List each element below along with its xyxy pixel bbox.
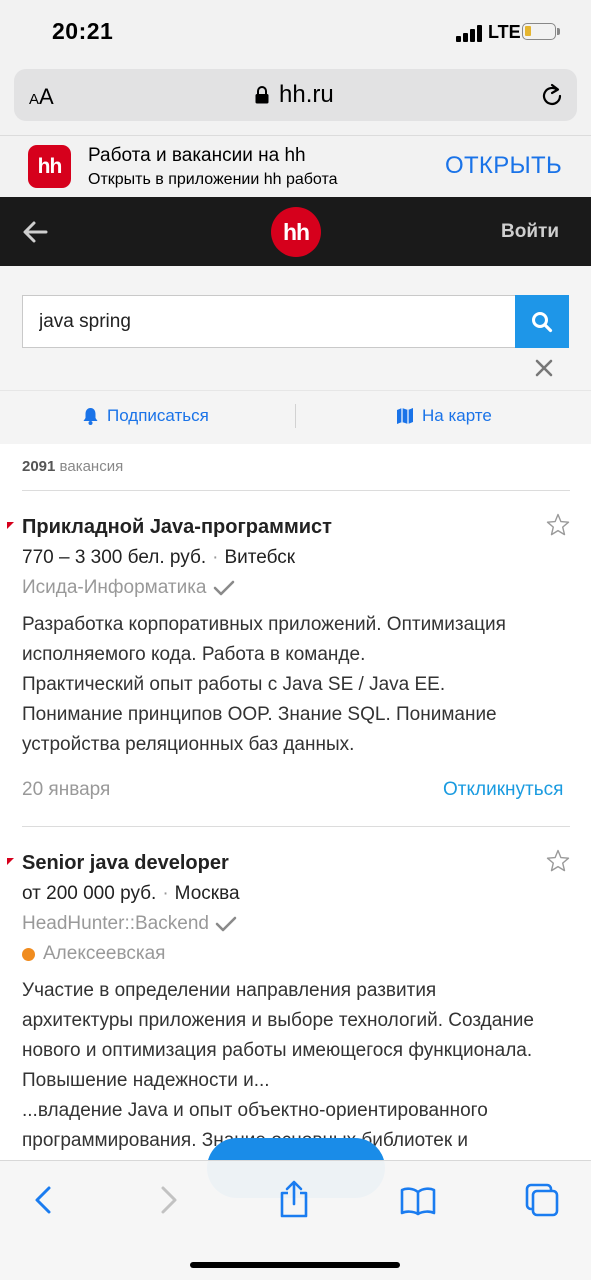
divider [22,826,570,827]
vacancy-city: Москва [174,883,240,904]
vacancy-company[interactable]: Исида-Информатика [22,577,235,599]
favorite-star-icon[interactable] [546,849,570,873]
search-button[interactable] [515,295,569,348]
banner-title: Работа и вакансии на hh [88,145,306,166]
vacancy-title[interactable]: Прикладной Java-программист [22,516,332,539]
url-text[interactable]: hh.ru [279,81,334,109]
vacancy-date: 20 января [22,779,111,800]
vacancy-metro: Алексеевская [22,943,165,965]
banner-subtitle: Открыть в приложении hh работа [88,171,338,188]
vacancy-description: Разработка корпоративных приложений. Опт… [22,614,506,755]
divider [22,490,570,491]
hh-app-logo: hh [28,145,71,188]
forward-icon[interactable] [152,1184,184,1216]
premium-flag-icon [7,858,14,865]
text-size-button[interactable]: AA [29,84,54,110]
results-count: 2091 вакансия [22,458,124,475]
login-button[interactable]: Войти [501,221,559,243]
bell-icon [83,408,98,425]
map-icon [397,408,413,424]
respond-button[interactable]: Откликнуться [443,779,563,801]
favorite-star-icon[interactable] [546,513,570,537]
open-app-button[interactable]: ОТКРЫТЬ [445,152,562,180]
lock-icon [255,86,269,104]
bookmarks-icon[interactable] [400,1186,436,1216]
vacancy-title[interactable]: Senior java developer [22,852,229,875]
search-input[interactable] [22,295,516,348]
network-type: LTE [488,22,521,42]
battery-tip [557,28,560,35]
status-time: 20:21 [52,18,114,44]
vacancy-salary: от 200 000 руб. · Москва [22,883,240,904]
back-icon[interactable] [28,1184,60,1216]
on-map-label: На карте [422,406,492,425]
verified-check-icon [213,580,234,596]
subscribe-label: Подписаться [107,406,209,425]
vacancy-city: Витебск [224,547,296,568]
on-map-button[interactable]: На карте [396,406,492,426]
share-icon[interactable] [277,1180,311,1218]
vacancy-salary: 770 – 3 300 бел. руб. · Витебск [22,547,296,568]
battery-icon [522,23,556,40]
subscribe-button[interactable]: Подписаться [82,406,209,426]
home-indicator [190,1262,400,1268]
reload-icon[interactable] [539,83,565,109]
signal-icon [456,24,484,42]
clear-search-icon[interactable] [534,358,554,378]
verified-check-icon [215,916,237,932]
back-arrow-icon[interactable] [22,219,48,245]
vacancy-company[interactable]: HeadHunter::Backend [22,913,237,935]
metro-line-icon [22,947,35,961]
search-icon [532,311,553,332]
hh-logo[interactable]: hh [271,207,321,257]
premium-flag-icon [7,522,14,529]
actions-divider [295,404,296,428]
vacancy-description: Участие в определении направления развит… [22,980,534,1151]
tabs-icon[interactable] [524,1182,560,1218]
